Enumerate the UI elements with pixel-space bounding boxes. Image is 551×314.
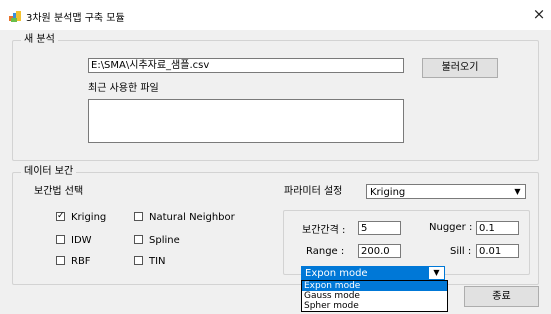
variogram-model-dropdown: Expon mode Gauss mode Spher mode — [301, 280, 448, 312]
param-method-select[interactable]: Kriging ▼ — [366, 184, 526, 199]
rbf-checkbox[interactable]: RBF — [56, 256, 91, 268]
checkbox-box — [134, 235, 143, 244]
nugget-input[interactable]: 0.1 — [476, 221, 519, 235]
nugget-label: Nugger : — [429, 222, 473, 233]
dropdown-option[interactable]: Gauss mode — [302, 291, 447, 301]
checkbox-box — [134, 212, 143, 221]
recent-files-label: 최근 사용한 파일 — [88, 83, 159, 94]
interpolation-legend: 데이터 보간 — [21, 166, 77, 178]
close-icon[interactable]: × — [532, 5, 546, 23]
chevron-down-icon: ▼ — [429, 267, 444, 279]
chevron-down-icon: ▼ — [514, 187, 521, 196]
window-title: 3차원 분석맵 구축 모듈 — [26, 13, 125, 24]
dialog-client-area: 새 분석 E:\SMA\시추자료_샘플.csv 불러오기 최근 사용한 파일 데… — [0, 30, 551, 314]
param-settings-label: 파라미터 설정 — [284, 186, 343, 197]
dropdown-option[interactable]: Expon mode — [302, 281, 447, 291]
checkbox-box — [56, 256, 65, 265]
variogram-model-value: Expon mode — [305, 268, 368, 279]
interval-input[interactable]: 5 — [358, 221, 401, 235]
load-file-button-label: 불러오기 — [441, 62, 479, 73]
param-method-value: Kriging — [370, 187, 406, 198]
load-file-button[interactable]: 불러오기 — [422, 58, 498, 78]
recent-files-list[interactable] — [88, 99, 404, 143]
spline-checkbox[interactable]: Spline — [134, 235, 180, 247]
range-input[interactable]: 200.0 — [358, 244, 401, 258]
exit-button[interactable]: 종료 — [464, 286, 539, 307]
interval-label: 보간간격 : — [302, 225, 346, 236]
sill-label: Sill : — [450, 246, 472, 257]
exit-button-label: 종료 — [492, 291, 511, 302]
new-analysis-legend: 새 분석 — [21, 34, 58, 46]
variogram-model-select[interactable]: Expon mode ▼ — [301, 266, 445, 280]
dropdown-option[interactable]: Spher mode — [302, 301, 447, 311]
method-select-label: 보간법 선택 — [34, 186, 84, 197]
checkbox-box — [56, 235, 65, 244]
checkbox-box — [134, 256, 143, 265]
file-path-field[interactable]: E:\SMA\시추자료_샘플.csv — [88, 58, 404, 73]
kriging-checkbox[interactable]: ✓ Kriging — [56, 211, 106, 224]
check-mark-icon: ✓ — [57, 211, 65, 221]
range-label: Range : — [306, 246, 345, 257]
title-bar: 3차원 분석맵 구축 모듈 × — [0, 0, 551, 30]
sill-input[interactable]: 0.01 — [476, 244, 519, 258]
tin-checkbox[interactable]: TIN — [134, 256, 166, 268]
natural-neighbor-checkbox[interactable]: Natural Neighbor — [134, 212, 235, 224]
idw-checkbox[interactable]: IDW — [56, 235, 92, 247]
checkbox-box: ✓ — [56, 211, 65, 221]
app-icon — [9, 11, 21, 22]
